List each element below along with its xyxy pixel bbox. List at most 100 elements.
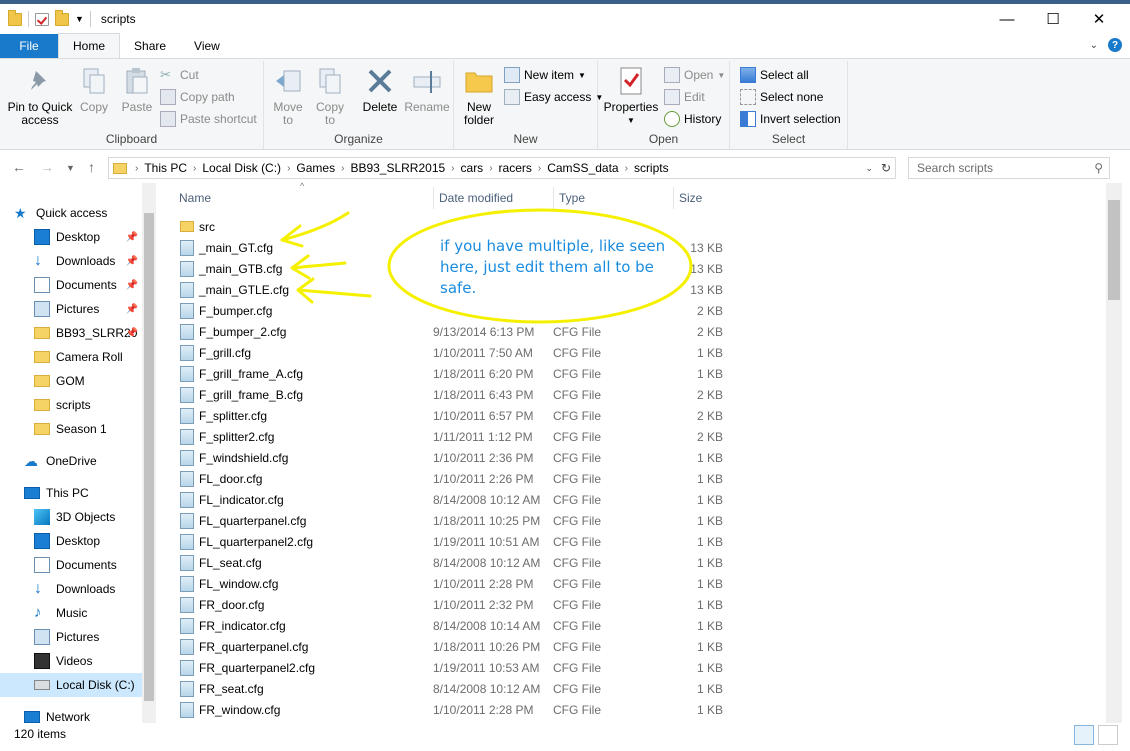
nav-item-scripts[interactable]: scripts xyxy=(0,393,142,417)
help-icon[interactable]: ? xyxy=(1108,38,1122,52)
invert-selection-button[interactable]: Invert selection xyxy=(740,109,841,129)
new-folder-icon[interactable] xyxy=(55,9,69,26)
paste-button[interactable]: Paste xyxy=(118,65,156,114)
tab-view[interactable]: View xyxy=(180,34,234,58)
pictures-icon xyxy=(34,301,50,317)
breadcrumb-bb93[interactable]: BB93_SLRR2015 xyxy=(344,161,451,175)
breadcrumb-local-disk[interactable]: Local Disk (C:) xyxy=(196,161,287,175)
file-list-scrollbar-thumb[interactable] xyxy=(1108,200,1120,300)
table-row[interactable]: F_bumper.cfg 2 KB xyxy=(180,300,760,321)
chevron-down-icon[interactable]: ⌄ xyxy=(1090,40,1098,51)
select-all-button[interactable]: Select all xyxy=(740,65,809,85)
nav-item-music[interactable]: ♪ Music xyxy=(0,601,142,625)
nav-item-downloads[interactable]: ↓ Downloads 📌 xyxy=(0,249,142,273)
paste-shortcut-button[interactable]: Paste shortcut xyxy=(160,109,257,129)
nav-item-documents[interactable]: Documents 📌 xyxy=(0,273,142,297)
table-row[interactable]: FR_door.cfg 1/10/2011 2:32 PM CFG File 1 KB xyxy=(180,594,760,615)
nav-quick-access[interactable]: ★ Quick access xyxy=(14,201,156,225)
breadcrumb-games[interactable]: Games xyxy=(290,161,341,175)
column-size[interactable]: Size xyxy=(674,187,774,209)
nav-item-pc-documents[interactable]: Documents xyxy=(0,553,142,577)
nav-item-camera-roll[interactable]: Camera Roll xyxy=(0,345,142,369)
tab-file[interactable]: File xyxy=(0,34,58,58)
move-to-button[interactable]: Move to xyxy=(270,65,306,127)
details-view-icon[interactable] xyxy=(1074,725,1094,745)
rename-button[interactable]: Rename xyxy=(404,65,450,114)
table-row[interactable]: F_grill.cfg 1/10/2011 7:50 AM CFG File 1 KB xyxy=(180,342,760,363)
address-dropdown-icon[interactable]: ⌄ xyxy=(865,163,873,174)
documents-icon xyxy=(34,277,50,293)
forward-arrow-icon[interactable]: → xyxy=(40,159,54,175)
copy-path-button[interactable]: Copy path xyxy=(160,87,235,107)
up-arrow-icon[interactable]: ↑ xyxy=(88,159,95,175)
nav-item-gom[interactable]: GOM xyxy=(0,369,142,393)
nav-item-local-disk[interactable]: Local Disk (C:) xyxy=(0,673,142,697)
nav-item-desktop[interactable]: Desktop 📌 xyxy=(0,225,142,249)
table-row[interactable]: FL_indicator.cfg 8/14/2008 10:12 AM CFG Fi… xyxy=(180,489,760,510)
file-name-cell: F_bumper_2.cfg xyxy=(180,323,433,340)
back-arrow-icon[interactable]: ← xyxy=(12,159,26,175)
delete-button[interactable]: Delete xyxy=(360,65,400,114)
table-row[interactable]: FL_window.cfg 1/10/2011 2:28 PM CFG File 1 … xyxy=(180,573,760,594)
music-note-icon: ♪ xyxy=(34,604,42,621)
copy-to-button[interactable]: Copy to xyxy=(312,65,348,127)
table-row[interactable]: FR_quarterpanel.cfg 1/18/2011 10:26 PM CFG… xyxy=(180,636,760,657)
table-row[interactable]: FR_seat.cfg 8/14/2008 10:12 AM CFG File 1 K… xyxy=(180,678,760,699)
table-row[interactable]: F_grill_frame_A.cfg 1/18/2011 6:20 PM CFG … xyxy=(180,363,760,384)
breadcrumb-scripts[interactable]: scripts xyxy=(628,161,675,175)
breadcrumb-camss-data[interactable]: CamSS_data xyxy=(541,161,624,175)
table-row[interactable]: FL_quarterpanel2.cfg 1/19/2011 10:51 AM CF… xyxy=(180,531,760,552)
address-bar[interactable]: › This PC › Local Disk (C:) › Games › BB… xyxy=(108,157,896,179)
table-row[interactable]: FL_door.cfg 1/10/2011 2:26 PM CFG File 1 KB xyxy=(180,468,760,489)
chevron-down-icon[interactable]: ▼ xyxy=(75,14,84,24)
table-row[interactable]: FR_window.cfg 1/10/2011 2:28 PM CFG File 1 … xyxy=(180,699,760,720)
table-row[interactable]: F_splitter2.cfg 1/11/2011 1:12 PM CFG File… xyxy=(180,426,760,447)
nav-item-pc-downloads[interactable]: ↓ Downloads xyxy=(0,577,142,601)
easy-access-button[interactable]: Easy access ▼ xyxy=(504,87,603,107)
size-cell: 1 KB xyxy=(696,681,723,696)
nav-item-3d-objects[interactable]: 3D Objects xyxy=(0,505,142,529)
refresh-icon[interactable]: ↻ xyxy=(881,161,891,175)
pin-quick-access-button[interactable]: Pin to Quick access xyxy=(6,65,74,127)
table-row[interactable]: F_grill_frame_B.cfg 1/18/2011 6:43 PM CFG … xyxy=(180,384,760,405)
table-row[interactable]: FR_quarterpanel2.cfg 1/19/2011 10:53 AM CF… xyxy=(180,657,760,678)
table-row[interactable]: F_windshield.cfg 1/10/2011 2:36 PM CFG Fil… xyxy=(180,447,760,468)
column-date[interactable]: Date modified xyxy=(434,187,554,209)
properties-button[interactable]: Properties ▼ xyxy=(602,65,660,127)
table-row[interactable]: FL_quarterpanel.cfg 1/18/2011 10:25 PM CFG… xyxy=(180,510,760,531)
table-row[interactable]: F_bumper_2.cfg 9/13/2014 6:13 PM CFG File 2… xyxy=(180,321,760,342)
nav-item-videos[interactable]: Videos xyxy=(0,649,142,673)
properties-check-icon[interactable] xyxy=(35,12,49,26)
cut-button[interactable]: ✂ Cut xyxy=(160,65,199,85)
table-row[interactable]: src xyxy=(180,216,760,237)
nav-item-pictures[interactable]: Pictures 📌 xyxy=(0,297,142,321)
breadcrumb-racers[interactable]: racers xyxy=(493,161,538,175)
table-row[interactable]: F_splitter.cfg 1/10/2011 6:57 PM CFG File 2… xyxy=(180,405,760,426)
column-type[interactable]: Type xyxy=(554,187,674,209)
table-row[interactable]: FR_indicator.cfg 8/14/2008 10:14 AM CFG Fi… xyxy=(180,615,760,636)
history-button[interactable]: History xyxy=(664,109,721,129)
recent-chevron-icon[interactable]: ▼ xyxy=(66,163,75,173)
new-item-button[interactable]: New item ▼ xyxy=(504,65,586,85)
copy-button[interactable]: Copy xyxy=(76,65,112,114)
large-icons-view-icon[interactable] xyxy=(1098,725,1118,745)
tab-share[interactable]: Share xyxy=(120,34,180,58)
search-input[interactable]: Search scripts ⚲ xyxy=(908,157,1110,179)
tab-home[interactable]: Home xyxy=(58,33,121,58)
new-folder-button[interactable]: New folder xyxy=(458,65,500,127)
select-none-button[interactable]: Select none xyxy=(740,87,823,107)
breadcrumb-this-pc[interactable]: This PC xyxy=(138,161,193,175)
nav-scrollbar-thumb[interactable] xyxy=(144,213,154,701)
table-row[interactable]: FL_seat.cfg 8/14/2008 10:12 AM CFG File 1 K… xyxy=(180,552,760,573)
nav-item-pc-pictures[interactable]: Pictures xyxy=(0,625,142,649)
open-button[interactable]: Open ▼ xyxy=(664,65,725,85)
close-button[interactable]: ✕ xyxy=(1076,4,1122,34)
maximize-button[interactable]: ☐ xyxy=(1030,4,1076,34)
minimize-button[interactable]: — xyxy=(984,4,1030,34)
nav-item-bb93[interactable]: BB93_SLRR20 📌 xyxy=(0,321,142,345)
edit-button[interactable]: Edit xyxy=(664,87,705,107)
search-icon[interactable]: ⚲ xyxy=(1094,161,1103,175)
nav-item-pc-desktop[interactable]: Desktop xyxy=(0,529,142,553)
nav-item-season-1[interactable]: Season 1 xyxy=(0,417,142,441)
breadcrumb-cars[interactable]: cars xyxy=(455,161,490,175)
